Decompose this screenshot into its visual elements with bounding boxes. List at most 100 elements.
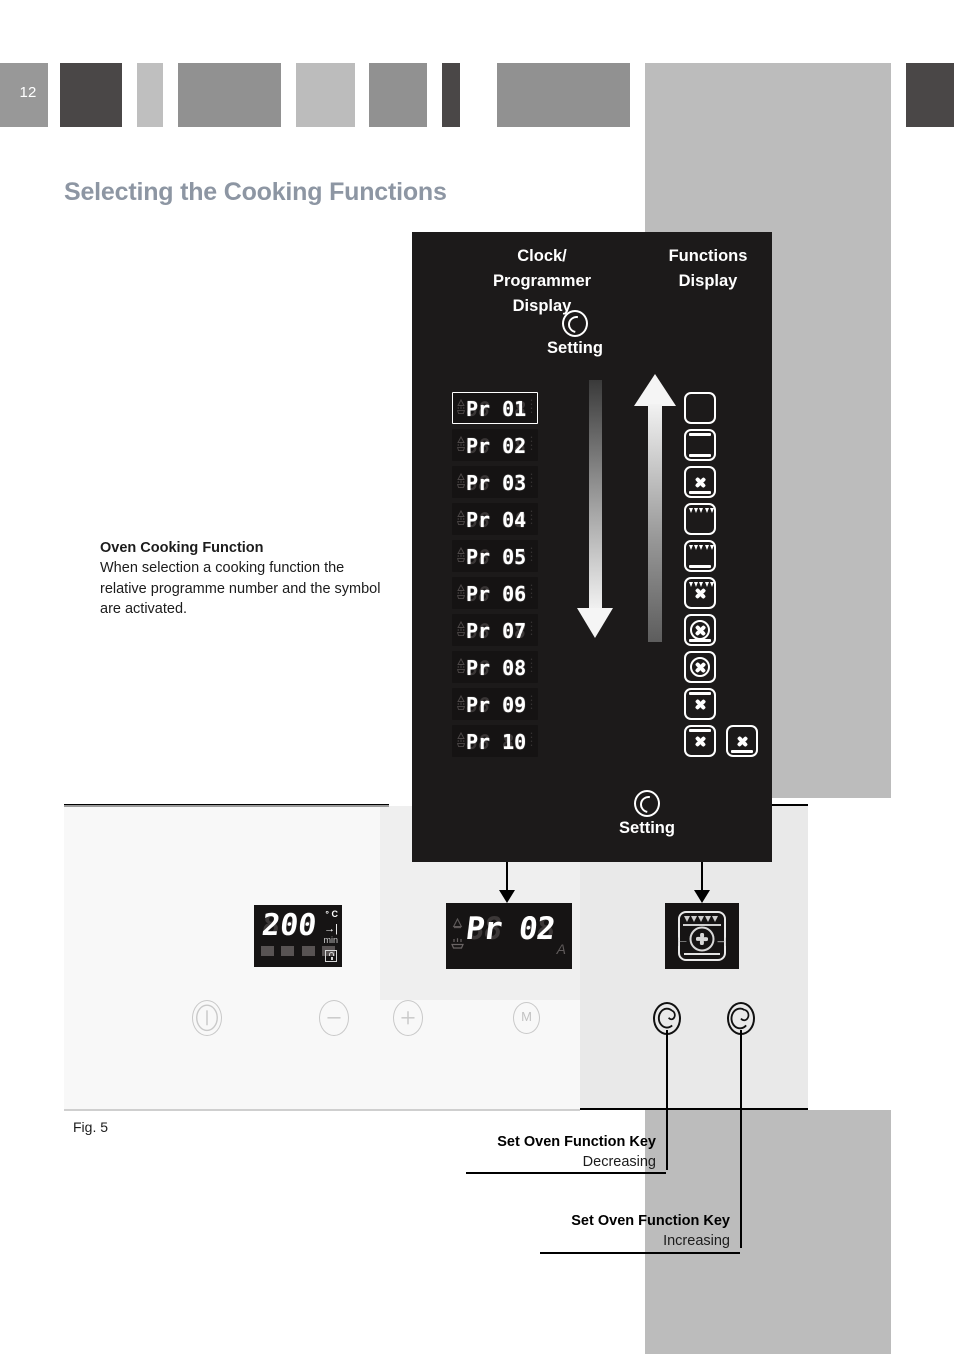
fan-icon (735, 734, 750, 749)
header-bar-7 (442, 63, 460, 127)
circular-fan-icon (690, 620, 710, 640)
top-heat-bar (689, 729, 711, 732)
function-icon-list (684, 392, 758, 762)
function-icon-fan-top-bottom[interactable] (684, 466, 716, 498)
power-key[interactable] (192, 1000, 222, 1036)
function-icon-fan-bottom-alt[interactable] (726, 725, 758, 757)
programme-row[interactable]: 88 88 Pr 01 • • • • (452, 392, 538, 424)
function-icon-blank[interactable] (684, 392, 716, 424)
function-icon-top-bottom-heat[interactable] (684, 429, 716, 461)
programme-row[interactable]: 88 88 Pr 03 • • • • (452, 466, 538, 498)
oven-cooking-function-note: Oven Cooking Function When selection a c… (100, 538, 392, 620)
page-title: Selecting the Cooking Functions (64, 178, 447, 206)
function-icon-fan-top-bottom-2[interactable] (684, 725, 716, 757)
header-bar-2 (60, 63, 122, 127)
programme-row[interactable]: 88 88 Pr 09 • • • • (452, 688, 538, 720)
header-bar-10 (906, 63, 954, 127)
note-text: When selection a cooking function the re… (100, 560, 381, 617)
temperature-display: 888 200 ° C →| min (254, 905, 342, 967)
fan-icon (694, 661, 707, 674)
fan-icon (693, 586, 708, 601)
programme-row-status-icons (456, 547, 466, 568)
programme-row-label: Pr 09 (466, 693, 527, 717)
programme-row-right-marks: • • • • (530, 509, 533, 527)
plus-icon (401, 1011, 415, 1025)
figure-caption: Fig. 5 (73, 1119, 109, 1135)
caption-increasing-heading: Set Oven Function Key (571, 1213, 730, 1229)
functions-label-line-1: Functions (668, 247, 748, 265)
callout-connector-right-head (694, 890, 710, 903)
programme-row-right-marks: • • • • (530, 657, 533, 675)
caption-decreasing-heading: Set Oven Function Key (497, 1134, 656, 1150)
caption-decreasing: Set Oven Function Key Decreasing (400, 1133, 656, 1172)
programme-row-label: Pr 07 (466, 619, 527, 643)
decreasing-arrow (575, 380, 615, 638)
bottom-heat-bar (689, 565, 711, 568)
top-heat-bar (689, 433, 711, 436)
clock-label-line-1: Clock/ (517, 247, 567, 265)
rotary-setting-icon-decrease (657, 1007, 676, 1029)
function-icon-grill[interactable] (684, 503, 716, 535)
caption-leader-increasing (740, 1030, 742, 1248)
rotary-setting-icon-bottom (634, 790, 660, 817)
temperature-value: 200 (259, 908, 319, 943)
programme-row-digits: Pr 03 (466, 470, 529, 496)
minus-key[interactable] (319, 1000, 349, 1036)
function-icon-circular-fan[interactable] (684, 651, 716, 683)
bottom-heat-bar (689, 454, 711, 457)
caption-increasing: Set Oven Function Key Increasing (474, 1212, 730, 1251)
programme-display-list: 88 88 Pr 01 • • • • 88 88 Pr 02 • • • • 88 88 Pr 03 • •… (452, 392, 538, 762)
programme-row-right-marks: • • • • (530, 583, 533, 601)
residual-heat-icon (451, 937, 464, 950)
programme-row-label: Pr 08 (466, 656, 527, 680)
programme-value: Pr 02 (463, 911, 557, 947)
programme-row-digits: Pr 02 (466, 433, 529, 459)
programme-row[interactable]: 88 88 Pr 07 • • • • (452, 614, 538, 646)
plus-key[interactable] (393, 1000, 423, 1036)
programme-row-digits: Pr 08 (466, 655, 529, 681)
programme-row-right-marks: • • • • (530, 472, 533, 490)
programme-row-label: Pr 01 (466, 397, 527, 421)
memory-key[interactable]: M (513, 1002, 540, 1034)
fan-icon (693, 697, 708, 712)
rotary-setting-icon (562, 310, 588, 337)
auto-indicator: A (556, 941, 566, 957)
programme-row-right-marks: • • • • (530, 546, 533, 564)
programme-row[interactable]: 88 88 Pr 10 • • • • (452, 725, 538, 757)
oven-fan-grill-icon: ⊢ ⊣ (677, 911, 727, 961)
programme-row-label: Pr 02 (466, 434, 527, 458)
increasing-arrow-head (634, 374, 676, 406)
callout-connector-left-head (499, 890, 515, 903)
clock-programmer-display-label: Clock/ Programmer Display (432, 244, 652, 319)
function-icon-grill-fan[interactable] (684, 577, 716, 609)
programme-row[interactable]: 88 88 Pr 08 • • • • (452, 651, 538, 683)
fan-icon (693, 475, 708, 490)
programme-row-digits: Pr 10 (466, 729, 529, 755)
function-display: ⊢ ⊣ (665, 903, 739, 969)
right-grey-column-mid (772, 232, 891, 798)
programme-row[interactable]: 88 88 Pr 02 • • • • (452, 429, 538, 461)
setting-bottom-label: Setting (619, 819, 675, 837)
function-icon-fan-top[interactable] (684, 688, 716, 720)
programme-row[interactable]: 88 88 Pr 06 • • • • (452, 577, 538, 609)
programme-row[interactable]: 88 88 Pr 04 • • • • (452, 503, 538, 535)
programme-display: 88 88 Pr 02 A (446, 903, 572, 969)
programme-row-status-icons (456, 695, 466, 716)
manual-page: 12 Selecting the Cooking Functions Oven … (0, 0, 954, 1354)
caption-underline-increasing (540, 1252, 740, 1254)
programme-row-digits: Pr 09 (466, 692, 529, 718)
functions-label-line-2: Display (678, 272, 738, 290)
programme-row[interactable]: 88 88 Pr 05 • • • • (452, 540, 538, 572)
fan-icon (693, 734, 708, 749)
clock-label-line-2: Programmer (492, 272, 592, 290)
callout-connector-right (701, 862, 703, 892)
function-icon-grill-bottom[interactable] (684, 540, 716, 572)
decreasing-arrow-head (577, 608, 613, 638)
programme-row-status-icons (456, 436, 466, 457)
function-icon-circular-fan-bottom[interactable] (684, 614, 716, 646)
functions-display-label: Functions Display (644, 244, 772, 294)
increasing-arrow-shaft (648, 404, 662, 642)
memory-key-label: M (521, 1009, 532, 1024)
programme-row-status-icons (456, 584, 466, 605)
grill-element-icon (689, 545, 714, 551)
